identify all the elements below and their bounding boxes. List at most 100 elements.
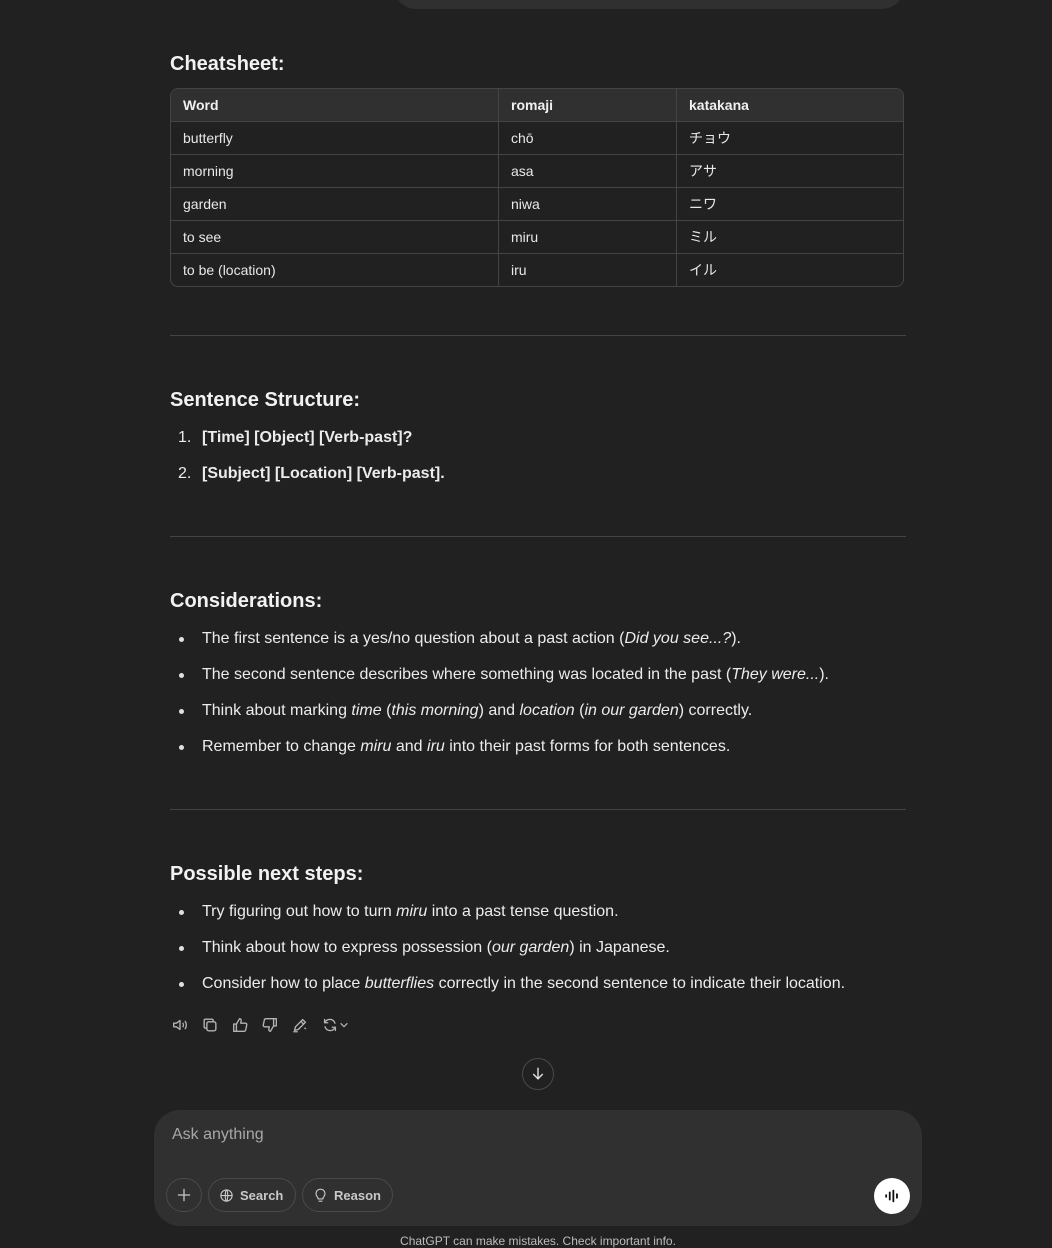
- text-segment: ).: [731, 630, 741, 647]
- edit-icon[interactable]: [290, 1014, 310, 1036]
- text-segment: time: [351, 702, 382, 719]
- text-segment: in our garden: [584, 702, 679, 719]
- cheatsheet-heading: Cheatsheet:: [170, 53, 285, 75]
- table-row: morning asa アサ: [171, 155, 903, 188]
- cell-word: garden: [171, 188, 499, 221]
- text-segment: miru: [360, 738, 392, 755]
- text-segment: iru: [427, 738, 445, 755]
- table-row: garden niwa ニワ: [171, 188, 903, 221]
- list-item: 1. [Time] [Object] [Verb-past]?: [170, 428, 445, 464]
- considerations-list: The first sentence is a yes/no question …: [170, 629, 829, 773]
- table-row: to see miru ミル: [171, 221, 903, 254]
- bullet: [179, 637, 184, 642]
- list-item: Consider how to place butterflies correc…: [170, 974, 845, 1010]
- text-segment: ) and: [478, 702, 520, 719]
- search-button[interactable]: Search: [208, 1178, 296, 1212]
- list-item: Remember to change miru and iru into the…: [170, 737, 829, 773]
- cell-katakana: ミル: [677, 221, 903, 254]
- regenerate-icon[interactable]: [320, 1014, 350, 1036]
- arrow-down-icon: [532, 1067, 544, 1080]
- composer: Search Reason: [154, 1110, 922, 1226]
- list-item: The second sentence describes where some…: [170, 665, 829, 701]
- text-segment: ).: [819, 666, 829, 683]
- disclaimer: ChatGPT can make mistakes. Check importa…: [400, 1234, 676, 1248]
- scroll-down-button[interactable]: [522, 1058, 554, 1090]
- text-segment: Consider how to place: [202, 975, 365, 992]
- cell-word: to be (location): [171, 254, 499, 286]
- cell-katakana: チョウ: [677, 122, 903, 155]
- plus-icon: [177, 1188, 191, 1202]
- bullet: [179, 709, 184, 714]
- reason-button[interactable]: Reason: [302, 1178, 393, 1212]
- cell-katakana: イル: [689, 262, 717, 278]
- cell-romaji: niwa: [499, 188, 677, 221]
- text-segment: into their past forms for both sentences…: [444, 738, 731, 755]
- bullet: [179, 910, 184, 915]
- next-steps-list: Try figuring out how to turn miru into a…: [170, 902, 845, 1010]
- cell-romaji: asa: [499, 155, 677, 188]
- waveform-icon: [885, 1189, 898, 1203]
- list-item: The first sentence is a yes/no question …: [170, 629, 829, 665]
- text-segment: into a past tense question.: [427, 903, 619, 920]
- text-segment: miru: [396, 903, 428, 920]
- structure-heading: Sentence Structure:: [170, 389, 361, 411]
- table-row: to be (location) iru イル: [171, 254, 903, 286]
- text-segment: ) in Japanese.: [569, 939, 670, 956]
- list-number: 2.: [178, 465, 192, 482]
- list-item: Try figuring out how to turn miru into a…: [170, 902, 845, 938]
- column-header-katakana: katakana: [677, 89, 903, 122]
- table-header-row: Word romaji katakana: [171, 89, 903, 122]
- reason-label: Reason: [334, 1187, 381, 1203]
- read-aloud-icon[interactable]: [170, 1014, 190, 1036]
- text-segment: Think about marking: [202, 702, 352, 719]
- cell-romaji: iru: [499, 254, 677, 286]
- list-number: 1.: [178, 429, 192, 446]
- cell-word: morning: [171, 155, 499, 188]
- text-segment: correctly in the second sentence to indi…: [434, 975, 846, 992]
- text-segment: our garden: [491, 939, 570, 956]
- text-segment: Remember to change: [202, 738, 361, 755]
- text-segment: Think about how to express possession (: [202, 939, 492, 956]
- cell-romaji: miru: [499, 221, 677, 254]
- text-segment: butterflies: [364, 975, 435, 992]
- bullet: [179, 745, 184, 750]
- list-item-text: [Subject] [Location] [Verb-past].: [202, 465, 445, 482]
- text-segment: ) correctly.: [678, 702, 753, 719]
- column-header-romaji: romaji: [499, 89, 677, 122]
- text-segment: location: [519, 702, 575, 719]
- message-actions: [170, 1014, 350, 1036]
- text-segment: They were...: [731, 666, 820, 683]
- text-segment: (: [574, 702, 585, 719]
- bullet: [179, 673, 184, 678]
- previous-user-message-bubble: [394, 0, 904, 9]
- text-segment: Try figuring out how to turn: [202, 903, 397, 920]
- bullet: [179, 946, 184, 951]
- search-label: Search: [240, 1187, 284, 1203]
- table-row: butterfly chō チョウ: [171, 122, 903, 155]
- section-divider: [170, 536, 906, 537]
- copy-icon[interactable]: [200, 1014, 220, 1036]
- thumbs-up-icon[interactable]: [230, 1014, 250, 1036]
- cell-word: to see: [171, 221, 499, 254]
- next-steps-heading: Possible next steps:: [170, 863, 364, 885]
- text-segment: (: [381, 702, 392, 719]
- cell-romaji: chō: [499, 122, 677, 155]
- section-divider: [170, 335, 906, 336]
- message-input[interactable]: [170, 1122, 864, 1148]
- cell-katakana: アサ: [677, 155, 903, 188]
- voice-mode-button[interactable]: [874, 1178, 910, 1214]
- bullet: [179, 982, 184, 987]
- structure-list: 1. [Time] [Object] [Verb-past]? 2. [Subj…: [170, 428, 445, 500]
- lightbulb-icon: [315, 1188, 326, 1202]
- thumbs-down-icon[interactable]: [260, 1014, 280, 1036]
- list-item-text: [Time] [Object] [Verb-past]?: [202, 429, 413, 446]
- cell-katakana: ニワ: [677, 188, 903, 221]
- attach-button[interactable]: [166, 1178, 202, 1212]
- list-item: 2. [Subject] [Location] [Verb-past].: [170, 464, 445, 500]
- cell-word: butterfly: [171, 122, 499, 155]
- section-divider: [170, 809, 906, 810]
- text-segment: Did you see...?: [624, 630, 732, 647]
- text-segment: and: [391, 738, 428, 755]
- text-segment: The second sentence describes where some…: [202, 666, 732, 683]
- text-segment: this morning: [391, 702, 479, 719]
